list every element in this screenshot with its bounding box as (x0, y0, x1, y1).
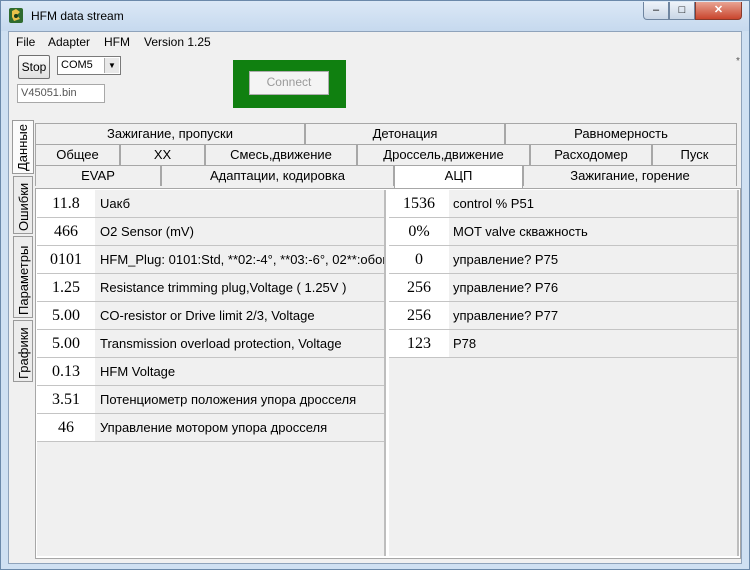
side-tab-parameters[interactable]: Параметры (13, 236, 33, 318)
left-parameter-list: 11.8 Uакб 466 O2 Sensor (mV) 0101 HFM_Plug:… (37, 190, 386, 556)
tab-flowmeter[interactable]: Расходомер (530, 144, 652, 165)
list-item: 46 Управление мотором упора дросселя (37, 414, 384, 442)
adc-panel: 11.8 Uакб 466 O2 Sensor (mV) 0101 HFM_Plug:… (35, 188, 741, 559)
menu-bar: File Adapter HFM Version 1.25 (9, 32, 741, 51)
list-item: 0.13 HFM Voltage (37, 358, 384, 386)
param-value: 0101 (37, 246, 95, 273)
port-select[interactable]: COM5 ▼ (57, 56, 121, 75)
tab-evap[interactable]: EVAP (35, 165, 161, 186)
param-label: control % P51 (453, 196, 534, 211)
connect-button[interactable]: Connect (249, 71, 329, 95)
tab-start[interactable]: Пуск (652, 144, 737, 165)
side-tab-label: Графики (16, 327, 31, 379)
asterisk-marker: * (736, 56, 740, 67)
list-item: 5.00 CO-resistor or Drive limit 2/3, Volt… (37, 302, 384, 330)
param-label: MOT valve скважность (453, 224, 588, 239)
list-item: 3.51 Потенциометр положения упора дроссел… (37, 386, 384, 414)
list-item: 256 управление? P77 (389, 302, 737, 330)
side-tab-label: Ошибки (16, 182, 31, 231)
param-value: 3.51 (37, 386, 95, 413)
app-icon (9, 8, 23, 23)
tab-strip: Зажигание, пропуски Детонация Равномерно… (35, 123, 739, 189)
param-label: управление? P76 (453, 280, 559, 295)
tab-smoothness[interactable]: Равномерность (505, 123, 737, 144)
side-tab-data[interactable]: Данные (12, 120, 34, 174)
app-window: HFM data stream ‒ □ ✕ File Adapter HFM V… (0, 0, 750, 570)
menu-hfm[interactable]: HFM (104, 35, 130, 49)
param-value: 5.00 (37, 302, 95, 329)
list-item: 466 O2 Sensor (mV) (37, 218, 384, 246)
list-item: 11.8 Uакб (37, 190, 384, 218)
param-value: 0 (389, 246, 449, 273)
param-value: 0% (389, 218, 449, 245)
tab-ignition-combustion[interactable]: Зажигание, горение (523, 165, 737, 186)
list-item: 1.25 Resistance trimming plug,Voltage ( 1… (37, 274, 384, 302)
param-value: 5.00 (37, 330, 95, 357)
stop-button[interactable]: Stop (18, 55, 50, 79)
close-button[interactable]: ✕ (695, 2, 742, 20)
tab-knock[interactable]: Детонация (305, 123, 505, 144)
side-tabs: Данные Ошибки Параметры Графики (12, 120, 35, 560)
client-area: File Adapter HFM Version 1.25 Stop COM5 … (8, 31, 742, 564)
tab-adaptations[interactable]: Адаптации, кодировка (161, 165, 394, 186)
param-label: управление? P77 (453, 308, 559, 323)
tab-throttle[interactable]: Дроссель,движение (357, 144, 530, 165)
param-label: O2 Sensor (mV) (100, 224, 194, 239)
title-bar[interactable]: HFM data stream ‒ □ ✕ (1, 1, 749, 31)
minimize-button[interactable]: ‒ (643, 2, 669, 20)
param-value: 123 (389, 330, 449, 357)
param-label: Resistance trimming plug,Voltage ( 1.25V… (100, 280, 347, 295)
list-item: 123 P78 (389, 330, 737, 358)
param-label: Потенциометр положения упора дросселя (100, 392, 357, 407)
chevron-down-icon[interactable]: ▼ (104, 58, 119, 73)
list-item: 256 управление? P76 (389, 274, 737, 302)
side-tab-label: Параметры (16, 245, 31, 315)
list-item: 0% MOT valve скважность (389, 218, 737, 246)
menu-adapter[interactable]: Adapter (48, 35, 90, 49)
tab-mixture[interactable]: Смесь,движение (205, 144, 357, 165)
file-field[interactable]: V45051.bin (17, 84, 105, 103)
list-item: 5.00 Transmission overload protection, Vo… (37, 330, 384, 358)
param-label: Управление мотором упора дросселя (100, 420, 328, 435)
menu-version[interactable]: Version 1.25 (144, 35, 211, 49)
tab-adc[interactable]: АЦП (394, 165, 523, 188)
param-label: P78 (453, 336, 477, 351)
param-value: 1.25 (37, 274, 95, 301)
param-value: 256 (389, 302, 449, 329)
param-value: 466 (37, 218, 95, 245)
param-value: 11.8 (37, 190, 95, 217)
param-value: 0.13 (37, 358, 95, 385)
tab-general[interactable]: Общее (35, 144, 120, 165)
param-label: управление? P75 (453, 252, 559, 267)
param-value: 1536 (389, 190, 449, 217)
list-item: 0101 HFM_Plug: 0101:Std, **02:-4°, **03:-… (37, 246, 384, 274)
list-item: 0 управление? P75 (389, 246, 737, 274)
side-tab-label: Данные (15, 124, 30, 171)
maximize-button[interactable]: □ (669, 2, 695, 20)
list-item: 1536 control % P51 (389, 190, 737, 218)
right-parameter-list: 1536 control % P51 0% MOT valve скважность… (389, 190, 739, 556)
side-tab-charts[interactable]: Графики (13, 320, 33, 382)
tab-idle[interactable]: XX (120, 144, 205, 165)
menu-file[interactable]: File (16, 35, 35, 49)
param-value: 256 (389, 274, 449, 301)
param-label: Uакб (100, 196, 131, 211)
param-label: HFM_Plug: 0101:Std, **02:-4°, **03:-6°, … (100, 252, 384, 267)
param-label: Transmission overload protection, Voltag… (100, 336, 342, 351)
param-value: 46 (37, 414, 95, 441)
port-value: COM5 (61, 59, 93, 71)
window-title: HFM data stream (31, 9, 124, 23)
side-tab-errors[interactable]: Ошибки (13, 176, 33, 234)
param-label: CO-resistor or Drive limit 2/3, Voltage (100, 308, 315, 323)
tab-ignition-misfire[interactable]: Зажигание, пропуски (35, 123, 305, 144)
param-label: HFM Voltage (100, 364, 176, 379)
